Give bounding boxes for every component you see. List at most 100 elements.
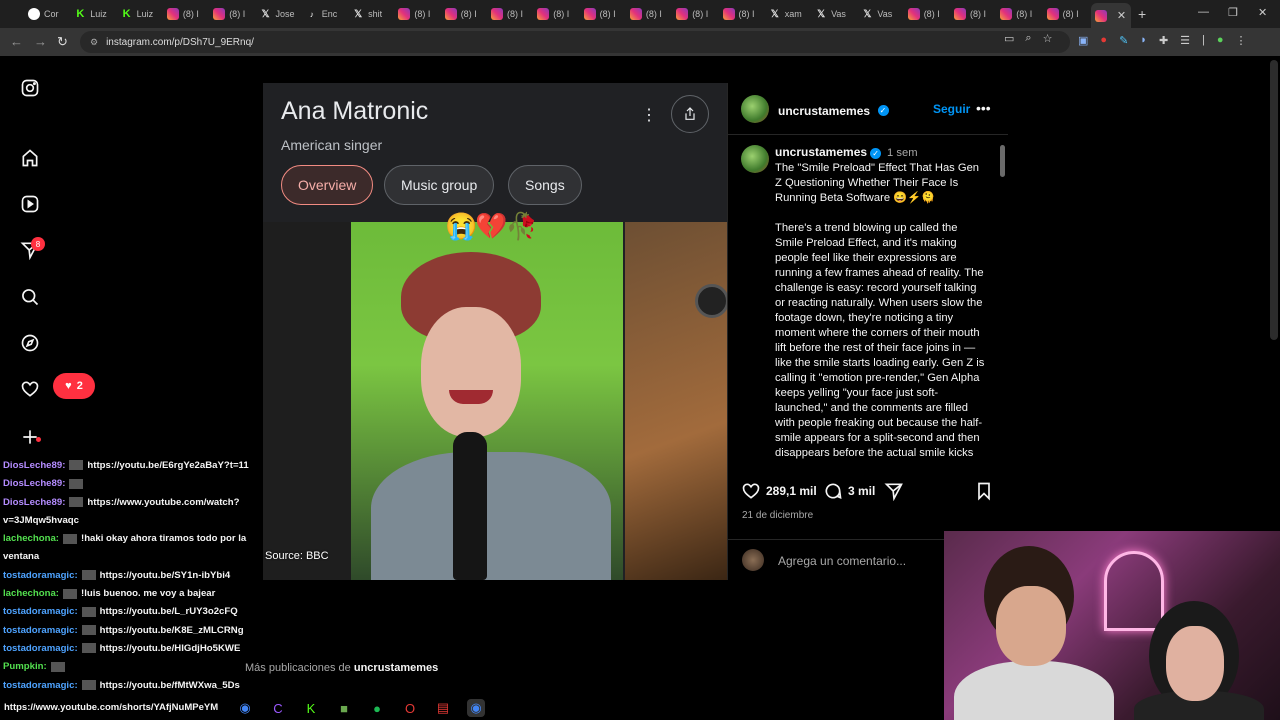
browser-tab[interactable]: (8) I — [398, 4, 438, 24]
browser-tab[interactable]: 𝕏shit — [352, 4, 392, 24]
chat-text[interactable]: https://youtu.be/L_rUY3o2cFQ — [100, 606, 238, 617]
home-icon[interactable] — [19, 147, 41, 169]
chat-username[interactable]: Pumpkin — [3, 661, 47, 672]
author-avatar[interactable] — [741, 95, 769, 123]
chat-text[interactable]: https://youtu.be/HIGdjHo5KWE — [100, 643, 241, 654]
caption-scrollbar[interactable] — [1000, 145, 1005, 177]
minecraft-taskbar-icon[interactable]: ■ — [335, 699, 353, 717]
explore-icon[interactable] — [19, 332, 41, 354]
chat-text[interactable]: https://youtu.be/fMtWXwa_5Ds — [100, 680, 240, 691]
browser-tab[interactable]: 𝕏xam — [769, 4, 809, 24]
chrome-taskbar-icon[interactable]: ◉ — [236, 699, 254, 717]
comment-action[interactable]: 3 mil — [823, 481, 875, 501]
browser-tab[interactable]: (8) I — [676, 4, 716, 24]
chat-username[interactable]: lachechona — [3, 588, 59, 599]
browser-menu-icon[interactable]: ⋮ — [1236, 34, 1247, 47]
bookmark-star-icon[interactable]: ☆ — [1043, 32, 1053, 45]
caption-username[interactable]: uncrustamemes — [775, 145, 867, 159]
author-username[interactable]: uncrustamemes — [778, 104, 870, 118]
browser-tab[interactable]: K Luiz — [74, 4, 114, 24]
post-options-icon[interactable]: ••• — [976, 100, 991, 116]
reading-list-icon[interactable]: ☰ — [1180, 34, 1190, 47]
extension-record-icon[interactable]: ● — [1100, 34, 1107, 47]
browser-tab[interactable]: K Luiz — [121, 4, 161, 24]
create-plus-icon[interactable] — [19, 426, 41, 448]
chat-username[interactable]: DiosLeche89 — [3, 497, 65, 508]
page-scrollbar[interactable] — [1270, 60, 1278, 340]
save-action[interactable] — [974, 481, 994, 501]
chat-username[interactable]: tostadoramagic — [3, 680, 78, 691]
follow-button[interactable]: Seguir — [933, 102, 970, 116]
notifications-heart-icon[interactable] — [19, 378, 41, 400]
extensions-puzzle-icon[interactable]: ✚ — [1159, 34, 1168, 47]
reload-icon[interactable]: ↻ — [57, 34, 68, 50]
chat-username[interactable]: tostadoramagic — [3, 625, 78, 636]
browser-tab[interactable]: (8) I — [629, 4, 670, 24]
chat-username[interactable]: DiosLeche89 — [3, 460, 65, 471]
post-time[interactable]: 1 sem — [887, 147, 917, 159]
browser-tab[interactable]: 𝕏 Vas — [815, 4, 855, 24]
tab-label: Vas — [831, 9, 846, 19]
browser-tab[interactable]: (8) I — [444, 4, 485, 24]
share-action[interactable] — [884, 481, 904, 501]
search-icon[interactable] — [19, 286, 41, 308]
panel-title: Ana Matronic — [281, 97, 429, 125]
browser-tab[interactable]: (8) I — [907, 4, 948, 24]
browser-tab[interactable]: 𝕏 Vas — [861, 4, 901, 24]
more-posts-user[interactable]: uncrustamemes — [354, 662, 438, 674]
tab-label: (8) I — [1062, 9, 1079, 19]
address-bar[interactable]: ⚙ instagram.com/p/DSh7U_9ERnq/ — [80, 31, 1070, 53]
comment-input[interactable]: Agrega un comentario... — [778, 554, 906, 568]
browser-tab[interactable]: (8) I — [491, 4, 531, 24]
chat-text[interactable]: https://youtu.be/E6rgYe2aBaY?t=11 — [87, 460, 248, 471]
reels-icon[interactable] — [19, 193, 41, 215]
browser-tab[interactable]: (8) I — [213, 4, 253, 24]
browser-tab[interactable]: (8) I — [583, 4, 624, 24]
browser-tab[interactable]: Cor — [28, 4, 68, 24]
kick-taskbar-icon[interactable]: K — [302, 699, 320, 717]
instagram-logo-icon[interactable] — [19, 77, 41, 99]
extension-icon[interactable]: ▣ — [1078, 34, 1088, 47]
extension-audio-icon[interactable]: ◗ — [1140, 34, 1147, 47]
address-url[interactable]: instagram.com/p/DSh7U_9ERnq/ — [106, 37, 254, 48]
spotify-taskbar-icon[interactable]: ● — [368, 699, 386, 717]
forward-icon[interactable]: → — [34, 34, 47, 49]
minimize-button[interactable]: — — [1198, 6, 1209, 18]
profile-avatar-icon[interactable]: ● — [1217, 34, 1224, 47]
post-date[interactable]: 21 de diciembre — [742, 510, 813, 521]
opera-taskbar-icon[interactable]: O — [401, 699, 419, 717]
chat-username[interactable]: lachechona — [3, 533, 59, 544]
chat-username[interactable]: DiosLeche89 — [3, 478, 65, 489]
restore-button[interactable]: ❐ — [1228, 6, 1238, 19]
back-icon[interactable]: ← — [10, 34, 23, 49]
browser-tab[interactable]: (8) I — [537, 4, 577, 24]
chat-username[interactable]: tostadoramagic — [3, 606, 78, 617]
chat-text[interactable]: https://youtu.be/SY1n-ibYbi4 — [100, 570, 231, 581]
like-action[interactable]: 289,1 mil — [741, 481, 817, 501]
post-media[interactable]: Ana Matronic American singer ⋮ Overview … — [263, 83, 727, 580]
browser-tab[interactable]: (8) I — [166, 4, 207, 24]
active-browser-tab[interactable]: ✕ — [1090, 3, 1131, 28]
canva-taskbar-icon[interactable]: C — [269, 699, 287, 717]
chat-username[interactable]: tostadoramagic — [3, 643, 78, 654]
browser-tab[interactable]: (8) I — [1000, 4, 1040, 24]
likes-notification-pill[interactable]: ♥ 2 — [53, 373, 95, 399]
browser-tab[interactable]: (8) I — [1046, 4, 1087, 24]
new-tab-button[interactable]: + — [1138, 6, 1146, 22]
browser-tab[interactable]: (8) I — [722, 4, 763, 24]
chat-username[interactable]: tostadoramagic — [3, 570, 78, 581]
caption-avatar[interactable] — [741, 145, 769, 173]
voicemeeter-taskbar-icon[interactable]: ▤ — [434, 699, 452, 717]
chat-text[interactable]: https://youtu.be/K8E_zMLCRNg — [100, 625, 244, 636]
site-info-icon[interactable]: ⚙ — [90, 37, 98, 48]
close-window-button[interactable]: ✕ — [1258, 6, 1267, 19]
chrome-active-taskbar-icon[interactable]: ◉ — [467, 699, 485, 717]
zoom-icon[interactable]: ⌕ — [1025, 32, 1031, 45]
chat-text[interactable]: https://www.youtube.com/watch? — [87, 497, 239, 508]
browser-tab[interactable]: 𝕏 Jose — [260, 4, 300, 24]
browser-tab[interactable]: (8) I — [954, 4, 994, 24]
browser-tab[interactable]: ♪ Enc — [306, 4, 346, 24]
cast-icon[interactable]: ▭ — [1004, 32, 1014, 45]
extension-translate-icon[interactable]: ✎ — [1119, 34, 1128, 47]
close-tab-icon[interactable]: ✕ — [1117, 9, 1126, 22]
